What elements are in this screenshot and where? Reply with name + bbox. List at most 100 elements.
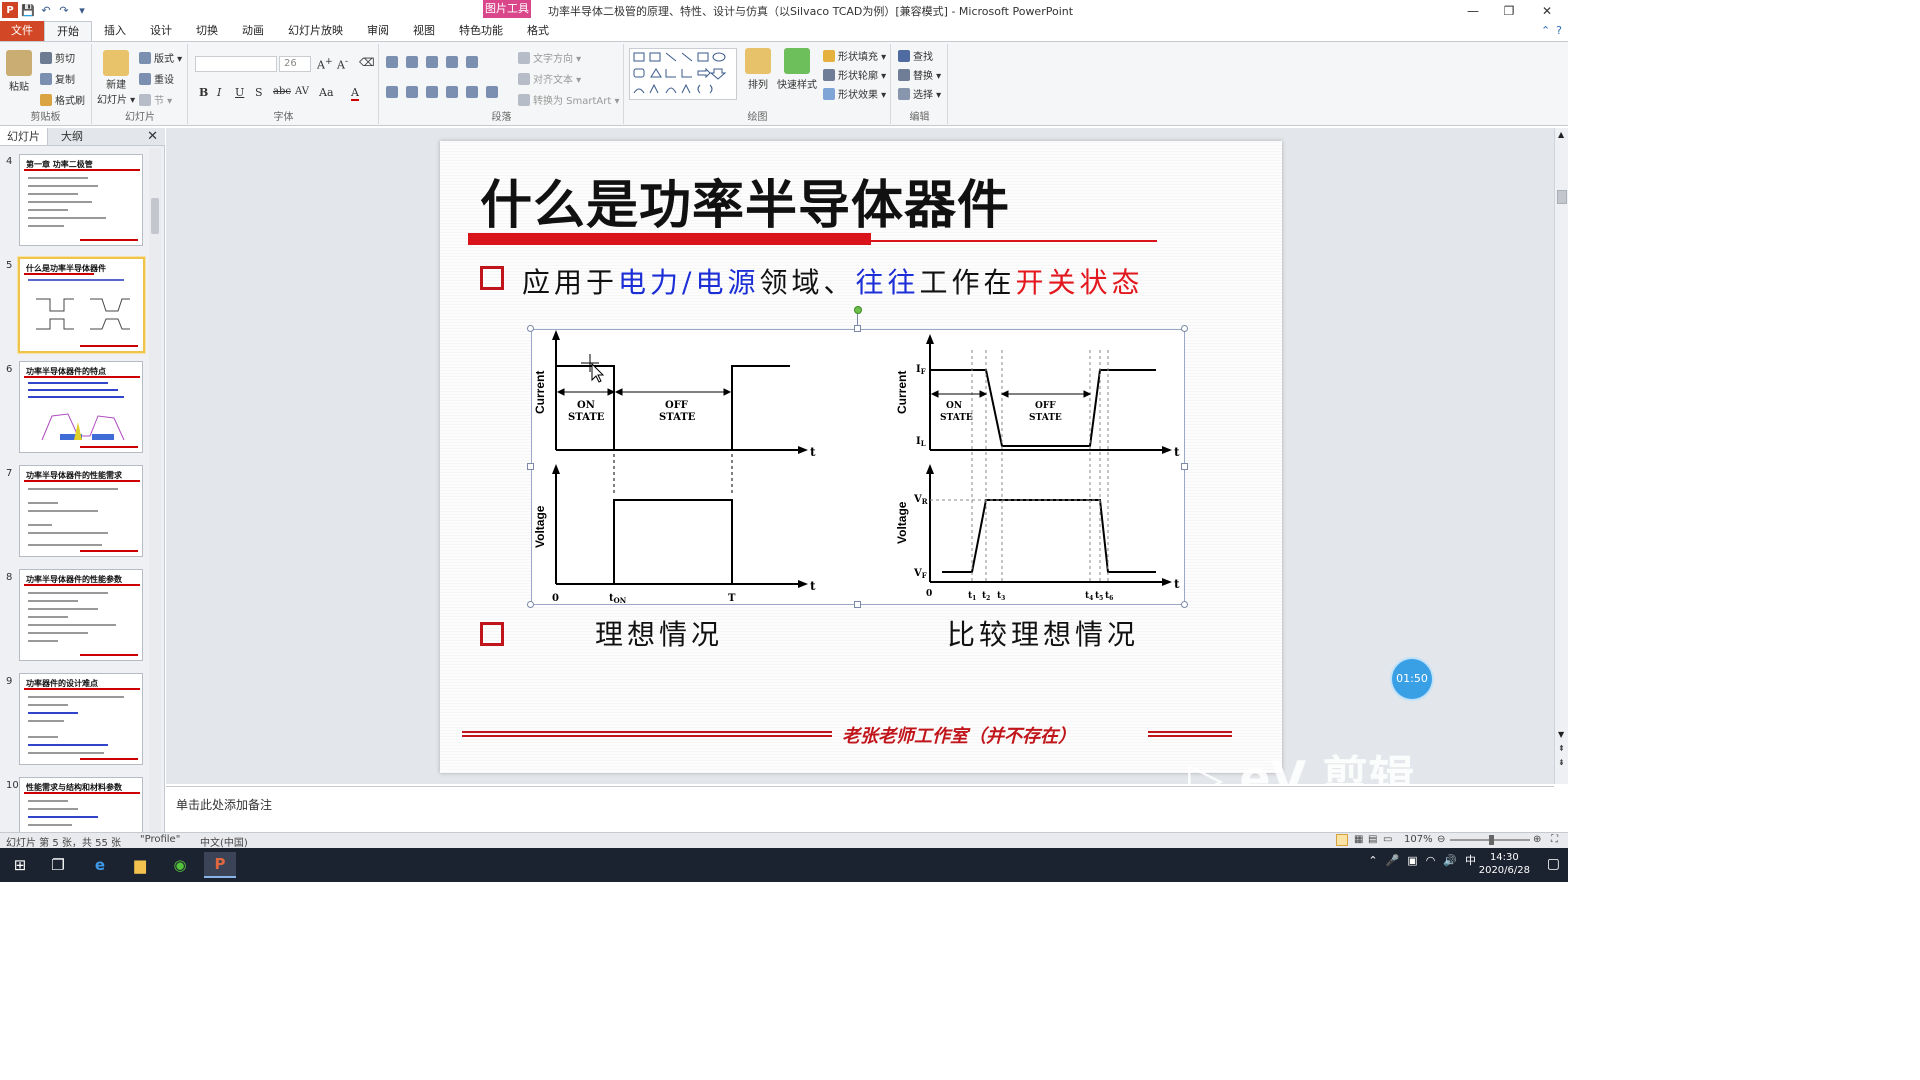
font-color-button[interactable]: A [351, 86, 359, 101]
shapes-gallery[interactable] [629, 48, 737, 100]
bullets-icon[interactable] [386, 56, 398, 68]
tab-animations[interactable]: 动画 [230, 21, 276, 41]
help-icon[interactable]: ? [1556, 24, 1562, 37]
find-button[interactable]: 查找 [898, 48, 933, 63]
bullet-text-1[interactable]: 应用于电力/电源领域、往往工作在开关状态 [522, 261, 1144, 301]
tray-expand-icon[interactable]: ⌃ [1368, 854, 1377, 867]
slide-title[interactable]: 什么是功率半导体器件 [480, 163, 1010, 238]
tab-format[interactable]: 格式 [515, 21, 561, 41]
resize-handle[interactable] [854, 601, 861, 608]
close-button[interactable]: ✕ [1532, 2, 1562, 20]
zoom-level[interactable]: 107% [1404, 834, 1433, 845]
zoom-slider-knob[interactable] [1489, 835, 1494, 845]
line-spacing-icon[interactable] [466, 56, 478, 68]
new-slide-button[interactable]: 新建 幻灯片 ▾ [97, 50, 135, 106]
columns-icon[interactable] [486, 86, 498, 98]
shape-outline-button[interactable]: 形状轮廓 ▾ [823, 67, 886, 82]
undo-icon[interactable]: ↶ [38, 2, 54, 18]
language-indicator[interactable]: 中文(中国) [200, 834, 248, 849]
quick-styles-button[interactable]: 快速样式 [777, 48, 817, 91]
green-app-icon[interactable]: ◉ [164, 852, 196, 878]
align-text-button[interactable]: 对齐文本 ▾ [518, 71, 581, 86]
text-direction-button[interactable]: 文字方向 ▾ [518, 50, 581, 65]
shadow-button[interactable]: S [255, 86, 263, 99]
tab-file[interactable]: 文件 [0, 21, 44, 41]
tab-slides[interactable]: 幻灯片 [0, 128, 48, 145]
normal-view-icon[interactable] [1336, 834, 1348, 846]
slide-sorter-icon[interactable]: ▦ [1354, 834, 1363, 845]
thumbnail-scrollbar[interactable] [149, 148, 161, 832]
minimize-button[interactable]: — [1458, 2, 1488, 20]
slide-footer-text[interactable]: 老张老师工作室（并不存在） [842, 722, 1076, 748]
ideal-case-caption[interactable]: 理想情况 [595, 613, 723, 653]
tab-slideshow[interactable]: 幻灯片放映 [276, 21, 355, 41]
change-case-button[interactable]: Aa [319, 86, 334, 99]
powerpoint-taskbar-icon[interactable]: P [204, 852, 236, 878]
numbering-icon[interactable] [406, 56, 418, 68]
copy-button[interactable]: 复制 [40, 71, 75, 86]
scroll-down-icon[interactable]: ▼ [1558, 730, 1564, 739]
reset-button[interactable]: 重设 [139, 71, 174, 86]
slide-thumbnail-4[interactable]: 第一章 功率二极管 [19, 154, 143, 246]
file-explorer-icon[interactable]: ▆ [124, 852, 156, 878]
tab-outline[interactable]: 大纲 [48, 128, 96, 145]
system-clock[interactable]: 14:30 2020/6/28 [1479, 851, 1530, 877]
windows-start-icon[interactable]: ⊞ [4, 852, 36, 878]
tab-insert[interactable]: 插入 [92, 21, 138, 41]
shape-effects-button[interactable]: 形状效果 ▾ [823, 86, 886, 101]
near-ideal-case-caption[interactable]: 比较理想情况 [947, 613, 1139, 653]
rotation-handle[interactable] [854, 306, 862, 314]
resize-handle[interactable] [527, 601, 534, 608]
tab-special-features[interactable]: 特色功能 [447, 21, 515, 41]
network-icon[interactable]: ▣ [1407, 854, 1417, 867]
save-icon[interactable]: 💾 [20, 2, 36, 18]
layout-button[interactable]: 版式 ▾ [139, 50, 182, 65]
close-panel-icon[interactable]: ✕ [147, 129, 158, 144]
slideshow-icon[interactable]: ▭ [1383, 834, 1392, 845]
slide-thumbnail-6[interactable]: 功率半导体器件的特点 [19, 361, 143, 453]
resize-handle[interactable] [527, 463, 534, 470]
replace-button[interactable]: 替换 ▾ [898, 67, 941, 82]
notes-pane[interactable]: 单击此处添加备注 [166, 786, 1554, 832]
slide-vertical-scrollbar[interactable]: ▲ ▼ ⇞ ⇟ [1554, 128, 1568, 784]
next-slide-icon[interactable]: ⇟ [1558, 758, 1565, 767]
clear-format-icon[interactable]: ⌫ [359, 56, 375, 69]
slide-thumbnail-7[interactable]: 功率半导体器件的性能需求 [19, 465, 143, 557]
wifi-icon[interactable]: ◠ [1426, 854, 1436, 867]
bold-button[interactable]: B [199, 86, 208, 99]
collapse-ribbon-icon[interactable]: ⌃ [1541, 24, 1550, 37]
tab-review[interactable]: 审阅 [355, 21, 401, 41]
align-center-icon[interactable] [406, 86, 418, 98]
align-left-icon[interactable] [386, 86, 398, 98]
volume-icon[interactable]: 🔊 [1443, 854, 1457, 867]
scroll-up-icon[interactable]: ▲ [1558, 130, 1564, 139]
scrollbar-thumb[interactable] [151, 198, 159, 234]
reading-view-icon[interactable]: ▤ [1368, 834, 1377, 845]
increase-indent-icon[interactable] [446, 56, 458, 68]
slide-thumbnail-10[interactable]: 性能需求与结构和材料参数 [19, 777, 143, 833]
underline-button[interactable]: U [235, 86, 244, 99]
resize-handle[interactable] [1181, 601, 1188, 608]
notes-placeholder[interactable]: 单击此处添加备注 [176, 796, 272, 813]
italic-button[interactable]: I [217, 86, 221, 99]
zoom-out-icon[interactable]: ⊖ [1437, 834, 1445, 845]
customize-qat-icon[interactable]: ▾ [74, 2, 90, 18]
tab-view[interactable]: 视图 [401, 21, 447, 41]
format-painter-button[interactable]: 格式刷 [40, 92, 85, 107]
resize-handle[interactable] [1181, 463, 1188, 470]
section-button[interactable]: 节 ▾ [139, 92, 172, 107]
fit-to-window-icon[interactable]: ⛶ [1551, 834, 1558, 845]
tab-transitions[interactable]: 切换 [184, 21, 230, 41]
font-name-combo[interactable] [195, 56, 277, 72]
powerpoint-logo-icon[interactable]: P [2, 2, 18, 18]
smartart-button[interactable]: 转换为 SmartArt ▾ [518, 92, 620, 107]
notification-center-icon[interactable]: ▢ [1547, 856, 1560, 872]
tab-design[interactable]: 设计 [138, 21, 184, 41]
font-size-combo[interactable]: 26 [279, 56, 311, 72]
resize-handle[interactable] [854, 325, 861, 332]
resize-handle[interactable] [1181, 325, 1188, 332]
justify-icon[interactable] [446, 86, 458, 98]
distributed-icon[interactable] [466, 86, 478, 98]
restore-button[interactable]: ❐ [1494, 2, 1524, 20]
slide-canvas[interactable]: 什么是功率半导体器件 应用于电力/电源领域、往往工作在开关状态 Current … [440, 141, 1282, 773]
